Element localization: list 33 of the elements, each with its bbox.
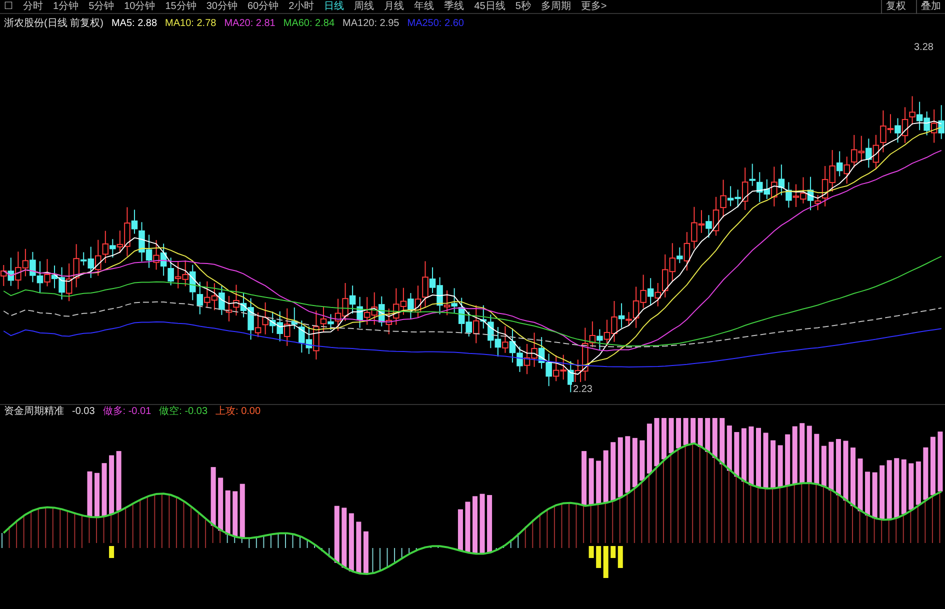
period-tab[interactable]: 更多> — [580, 0, 607, 14]
toolbar-button[interactable]: 叠加 — [916, 0, 941, 14]
ma-value: MA60: 2.84 — [283, 16, 335, 30]
period-tab[interactable]: 5秒 — [515, 0, 531, 14]
indicator-series-value: 做多: -0.01 — [102, 405, 152, 419]
period-tab[interactable]: ☐ — [4, 0, 13, 14]
period-tab[interactable]: 5分钟 — [88, 0, 114, 14]
ma-value: MA20: 2.81 — [224, 16, 276, 30]
period-tab[interactable]: 1分钟 — [53, 0, 79, 14]
period-tab[interactable]: 月线 — [384, 0, 404, 14]
ma-value: MA10: 2.78 — [165, 16, 216, 30]
high-price-label: 3.28 — [914, 41, 934, 55]
period-tab[interactable]: 10分钟 — [124, 0, 156, 14]
period-tab[interactable]: 分时 — [23, 0, 43, 14]
chart-title: 浙农股份(日线 前复权) — [4, 16, 104, 30]
ma-value: MA5: 2.88 — [111, 16, 158, 30]
indicator-series-value: 做空: -0.03 — [159, 404, 208, 419]
period-tab[interactable]: 周线 — [354, 0, 374, 14]
indicator-series-value: 上攻: 0.00 — [216, 404, 261, 419]
indicator-title: 资金周期精准 — [4, 404, 64, 419]
period-tab[interactable]: 2小时 — [288, 0, 314, 14]
ma-value: MA250: 2.60 — [407, 16, 464, 30]
ma-value: MA120: 2.95 — [342, 16, 400, 30]
period-tab[interactable]: 45日线 — [474, 0, 506, 14]
indicator-value: -0.03 — [72, 405, 95, 419]
period-tab[interactable]: 年线 — [414, 0, 434, 14]
period-tab[interactable]: 15分钟 — [165, 0, 196, 14]
period-tab[interactable]: 日线 — [324, 0, 344, 14]
period-tab[interactable]: 60分钟 — [248, 0, 279, 14]
period-tab[interactable]: 多周期 — [540, 0, 571, 14]
period-tab[interactable]: 季线 — [444, 0, 464, 14]
period-tab[interactable]: 30分钟 — [206, 0, 238, 14]
toolbar-button[interactable]: 复权 — [881, 0, 906, 14]
